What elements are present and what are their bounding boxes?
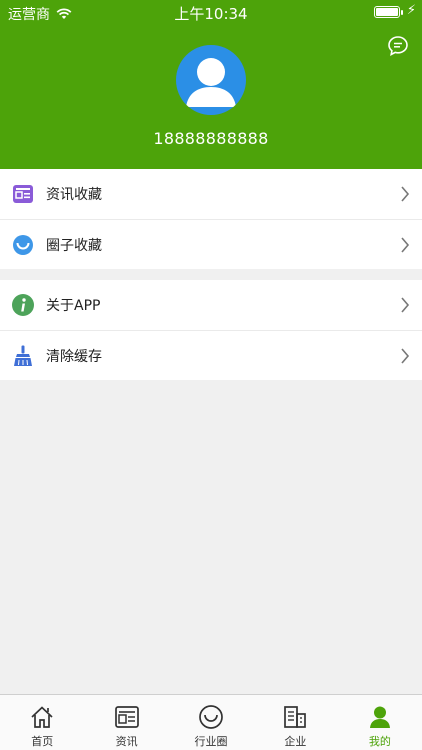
menu-item-news-favorites[interactable]: 资讯收藏 xyxy=(0,169,422,219)
avatar[interactable] xyxy=(176,45,246,115)
menu-item-about[interactable]: 关于APP xyxy=(0,280,422,330)
menu-item-label: 关于APP xyxy=(46,298,101,314)
news-icon xyxy=(114,706,139,728)
tab-mine[interactable]: 我的 xyxy=(338,695,422,750)
chevron-right-icon xyxy=(401,348,410,364)
user-icon xyxy=(369,706,390,728)
menu-item-label: 清除缓存 xyxy=(46,348,102,365)
settings-group: 关于APP 清除缓存 xyxy=(0,280,422,380)
charging-icon: ⚡ xyxy=(406,3,416,18)
chevron-right-icon xyxy=(401,297,410,313)
tab-home[interactable]: 首页 xyxy=(0,695,84,750)
news-icon xyxy=(12,183,34,205)
tab-industry-circle[interactable]: 行业圈 xyxy=(169,695,253,750)
tab-label: 首页 xyxy=(31,735,54,748)
info-icon xyxy=(12,294,34,316)
tab-label: 我的 xyxy=(368,735,391,748)
bottom-tab-bar: 首页 资讯 行业圈 企业 我的 xyxy=(0,694,422,750)
favorites-group: 资讯收藏 圈子收藏 xyxy=(0,169,422,269)
tab-news[interactable]: 资讯 xyxy=(84,695,168,750)
menu-item-clear-cache[interactable]: 清除缓存 xyxy=(0,330,422,380)
tab-label: 资讯 xyxy=(115,735,138,748)
circle-icon xyxy=(199,705,223,729)
home-icon xyxy=(31,706,53,728)
tab-label: 行业圈 xyxy=(194,735,228,748)
profile-header: 运营商 上午10:34 ⚡ 18888888888 xyxy=(0,0,422,169)
status-time: 上午10:34 xyxy=(174,5,248,23)
menu-item-circle-favorites[interactable]: 圈子收藏 xyxy=(0,219,422,269)
tab-label: 企业 xyxy=(284,735,307,748)
tab-enterprise[interactable]: 企业 xyxy=(253,695,337,750)
user-phone: 18888888888 xyxy=(153,129,269,148)
circle-smile-icon xyxy=(12,234,34,256)
broom-icon xyxy=(12,345,34,367)
battery-icon xyxy=(374,6,403,18)
menu-item-label: 资讯收藏 xyxy=(46,187,102,203)
building-icon xyxy=(284,706,307,728)
chevron-right-icon xyxy=(401,237,410,253)
chevron-right-icon xyxy=(401,186,410,202)
menu-item-label: 圈子收藏 xyxy=(46,237,102,254)
user-avatar-icon xyxy=(186,58,236,107)
status-bar: 运营商 上午10:34 ⚡ xyxy=(0,0,422,24)
chat-bubble-icon[interactable] xyxy=(387,35,409,57)
